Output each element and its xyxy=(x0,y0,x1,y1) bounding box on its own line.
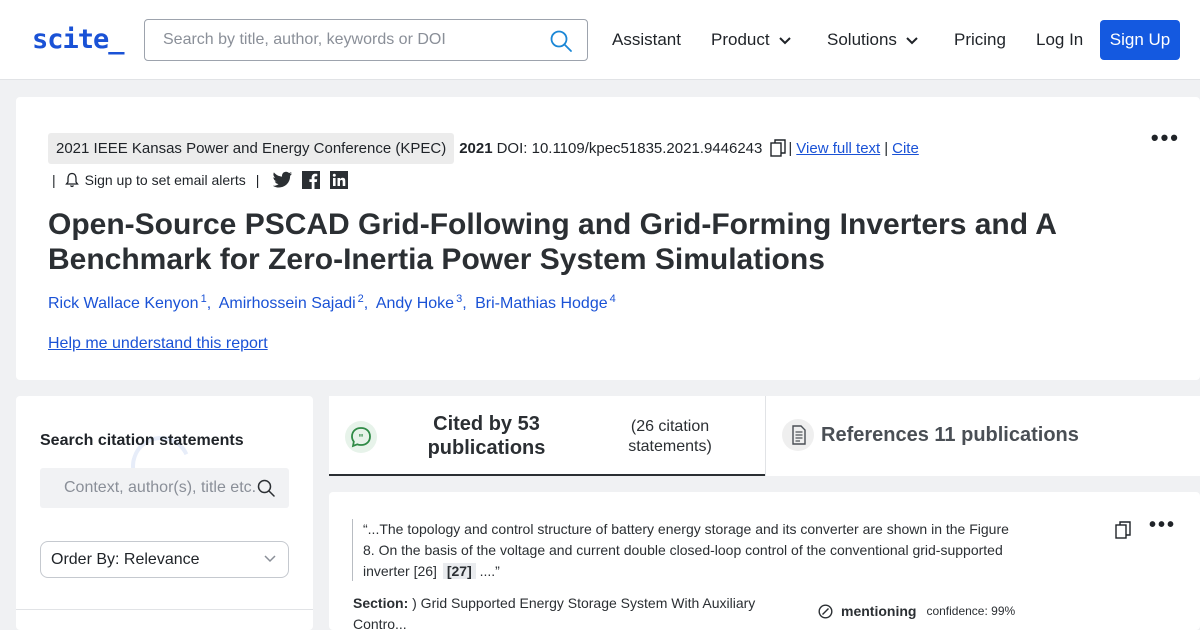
nav-solutions-label: Solutions xyxy=(827,30,897,49)
author-link[interactable]: Andy Hoke 3 xyxy=(376,293,462,312)
authors-list: Rick Wallace Kenyon 1, Amirhossein Sajadi… xyxy=(48,293,616,313)
citation-search-input[interactable] xyxy=(40,468,255,508)
paper-doi: DOI: 10.1109/kpec51835.2021.9446243 xyxy=(496,139,763,157)
statement-section: Section: ) Grid Supported Energy Storage… xyxy=(353,593,773,630)
nav-assistant[interactable]: Assistant xyxy=(612,30,681,50)
separator: | xyxy=(788,139,793,157)
facebook-icon[interactable] xyxy=(301,171,321,189)
copy-icon[interactable] xyxy=(770,139,787,157)
paper-actions-row: | Sign up to set email alerts | xyxy=(52,169,357,191)
cite-link[interactable]: Cite xyxy=(892,140,919,157)
scite-logo[interactable]: scite_ xyxy=(32,24,125,55)
venue-badge: 2021 IEEE Kansas Power and Energy Confer… xyxy=(48,132,455,164)
citation-statement-text: “...The topology and control structure o… xyxy=(363,521,1009,579)
paper-header-card: 2021 IEEE Kansas Power and Energy Confer… xyxy=(16,97,1200,380)
nav-product-label: Product xyxy=(711,30,770,49)
divider xyxy=(16,609,313,610)
citation-statements-count: (26 citation statements) xyxy=(628,418,712,455)
sign-up-button[interactable]: Sign Up xyxy=(1100,20,1180,60)
top-navigation-bar: scite_ Assistant Product Solutions Prici… xyxy=(0,0,1200,80)
quote-bar xyxy=(352,519,353,581)
svg-text:": " xyxy=(358,433,363,444)
section-value: ) Grid Supported Energy Storage System W… xyxy=(353,595,756,630)
nav-login[interactable]: Log In xyxy=(1036,30,1083,50)
citation-statement-card: “...The topology and control structure o… xyxy=(329,492,1200,630)
section-label: Section: xyxy=(353,595,409,611)
paper-year: 2021 xyxy=(459,139,493,157)
paper-title: Open-Source PSCAD Grid-Following and Gri… xyxy=(48,208,1056,276)
help-understand-report-link[interactable]: Help me understand this report xyxy=(48,335,268,353)
cited-by-count: Cited by 53 publications xyxy=(427,413,546,459)
author-link[interactable]: Rick Wallace Kenyon 1 xyxy=(48,293,207,312)
citation-search-panel: Search citation statements Order By: Rel… xyxy=(16,396,313,630)
author-link[interactable]: Amirhossein Sajadi 2 xyxy=(219,293,364,312)
linkedin-icon[interactable] xyxy=(329,171,349,189)
reference-marker[interactable]: [27] xyxy=(442,563,476,579)
more-options-icon[interactable]: ••• xyxy=(1151,125,1180,151)
twitter-icon[interactable] xyxy=(273,171,293,189)
tab-cited-by[interactable]: " Cited by 53 publications (26 citation … xyxy=(329,396,765,476)
copy-icon[interactable] xyxy=(1115,521,1131,539)
nav-solutions[interactable]: Solutions xyxy=(827,30,919,50)
separator: | xyxy=(884,139,889,157)
nav-product[interactable]: Product xyxy=(711,30,792,50)
document-icon xyxy=(782,419,814,451)
order-by-select[interactable]: Order By: Relevance xyxy=(40,541,289,578)
citation-search-title: Search citation statements xyxy=(40,432,244,449)
separator: | xyxy=(255,172,260,188)
citation-type-label: mentioning xyxy=(841,603,917,619)
chevron-down-icon xyxy=(264,555,276,563)
search-icon[interactable] xyxy=(257,479,275,497)
more-options-icon[interactable]: ••• xyxy=(1149,514,1176,537)
citation-type: mentioning confidence: 99% xyxy=(818,603,1015,619)
confidence-value: confidence: 99% xyxy=(926,604,1016,618)
main-search-box[interactable] xyxy=(144,19,588,61)
chevron-down-icon xyxy=(778,36,791,44)
paper-meta-row: 2021 IEEE Kansas Power and Energy Confer… xyxy=(48,132,919,164)
view-full-text-link[interactable]: View full text xyxy=(796,140,880,157)
author-link[interactable]: Bri-Mathias Hodge 4 xyxy=(475,293,616,312)
citation-tabs: " Cited by 53 publications (26 citation … xyxy=(329,396,1200,476)
order-by-label: Order By: Relevance xyxy=(51,551,200,568)
citation-search-box[interactable] xyxy=(40,468,289,508)
references-count: References 11 publications xyxy=(821,424,1079,446)
bell-icon[interactable] xyxy=(64,172,79,188)
chevron-down-icon xyxy=(906,36,918,44)
nav-pricing[interactable]: Pricing xyxy=(954,30,1006,50)
chat-quote-icon: " xyxy=(345,421,377,453)
tab-references[interactable]: References 11 publications xyxy=(766,396,1200,476)
separator: | xyxy=(52,172,56,188)
mentioning-icon xyxy=(818,603,833,619)
search-icon[interactable] xyxy=(549,29,573,53)
email-alerts-link[interactable]: Sign up to set email alerts xyxy=(85,172,246,188)
main-search-input[interactable] xyxy=(145,20,545,60)
